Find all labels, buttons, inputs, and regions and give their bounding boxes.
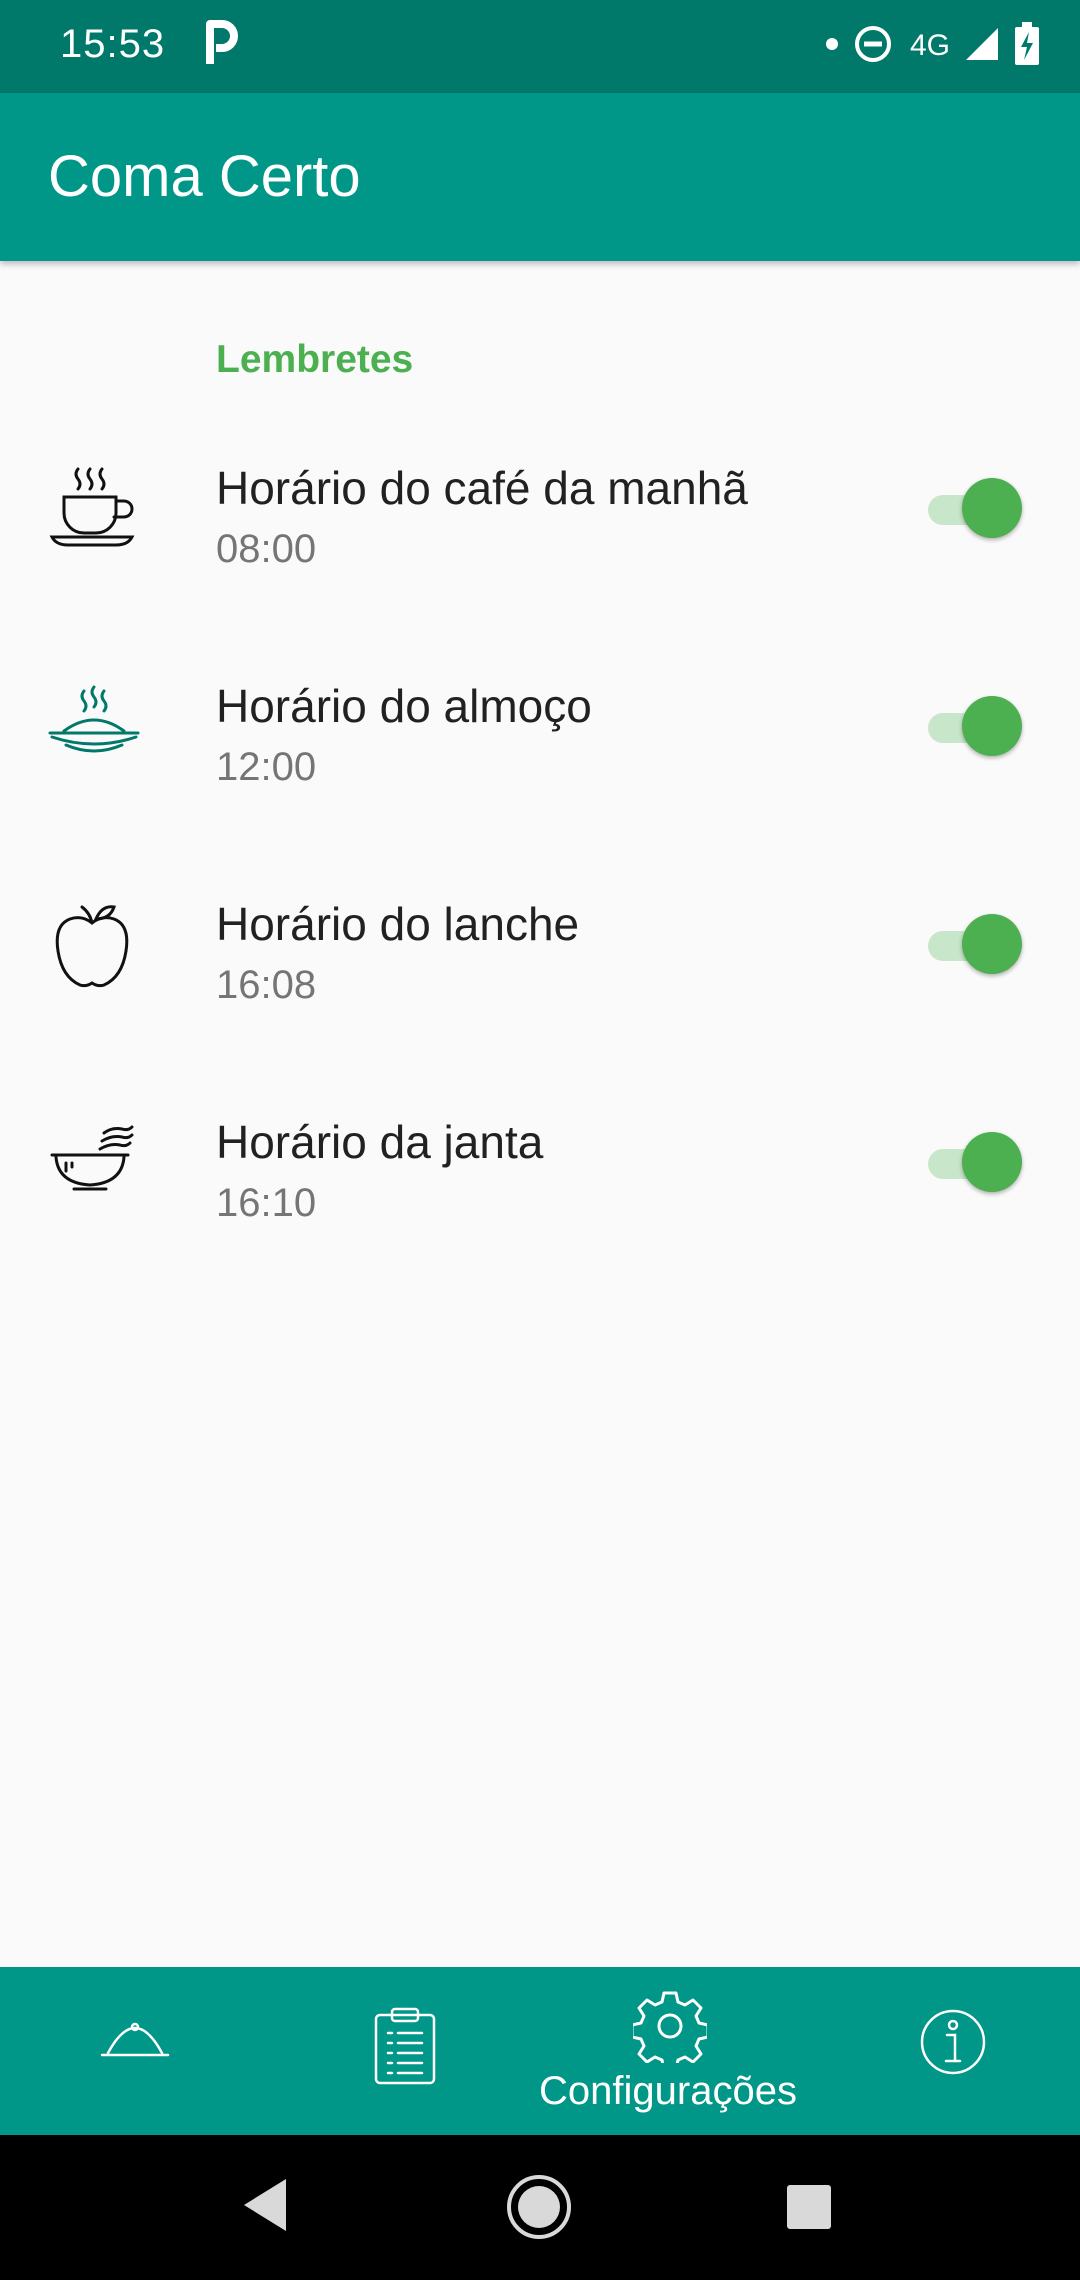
app-bar: Coma Certo [0,93,1080,261]
reminder-lunch[interactable]: Horário do almoço 12:00 [0,631,1080,849]
notification-dot-icon [824,36,840,57]
switch-thumb [962,478,1022,538]
parking-app-icon [204,20,238,71]
reminder-dinner[interactable]: Horário da janta 16:10 [0,1067,1080,1285]
signal-icon [964,26,1000,67]
nav-item-menu[interactable] [0,1967,270,2135]
nav-item-settings[interactable]: Configurações [533,1967,803,2135]
reminder-toggle[interactable] [924,693,1024,763]
reminder-time: 12:00 [216,745,317,789]
switch-thumb [962,1132,1022,1192]
bowl-icon [44,1111,144,1211]
network-type: 4G [909,29,950,62]
bottom-navigation: Configurações [0,1967,1080,2135]
nav-item-label: Configurações [539,2069,797,2113]
reminder-time: 16:08 [216,963,317,1007]
reminder-time: 16:10 [216,1181,317,1225]
switch-thumb [962,914,1022,974]
system-navigation-bar [0,2135,1080,2280]
hot-plate-icon [44,675,144,775]
section-header: Lembretes [216,338,414,381]
nav-item-list[interactable] [270,1967,540,2135]
status-time: 15:53 [60,22,166,66]
reminder-toggle[interactable] [924,475,1024,545]
nav-item-info[interactable] [818,1967,1080,2135]
switch-thumb [962,696,1022,756]
coffee-cup-icon [44,457,144,557]
battery-charging-icon [1014,21,1040,71]
reminder-title: Horário da janta [216,1116,544,1168]
reminder-time: 08:00 [216,527,317,571]
reminder-toggle[interactable] [924,1129,1024,1199]
reminder-title: Horário do almoço [216,680,592,732]
do-not-disturb-icon [854,25,892,68]
reminder-breakfast[interactable]: Horário do café da manhã 08:00 [0,413,1080,631]
recents-button[interactable] [786,2184,832,2235]
home-button[interactable] [505,2173,573,2246]
reminder-snack[interactable]: Horário do lanche 16:08 [0,849,1080,1067]
status-indicators: 4G [824,20,1040,72]
reminder-toggle[interactable] [924,911,1024,981]
status-bar: 15:53 4G [0,0,1080,93]
apple-icon [44,893,144,993]
reminder-title: Horário do café da manhã [216,462,748,514]
reminder-title: Horário do lanche [216,898,580,950]
app-title: Coma Certo [48,144,361,209]
back-button[interactable] [240,2177,290,2238]
